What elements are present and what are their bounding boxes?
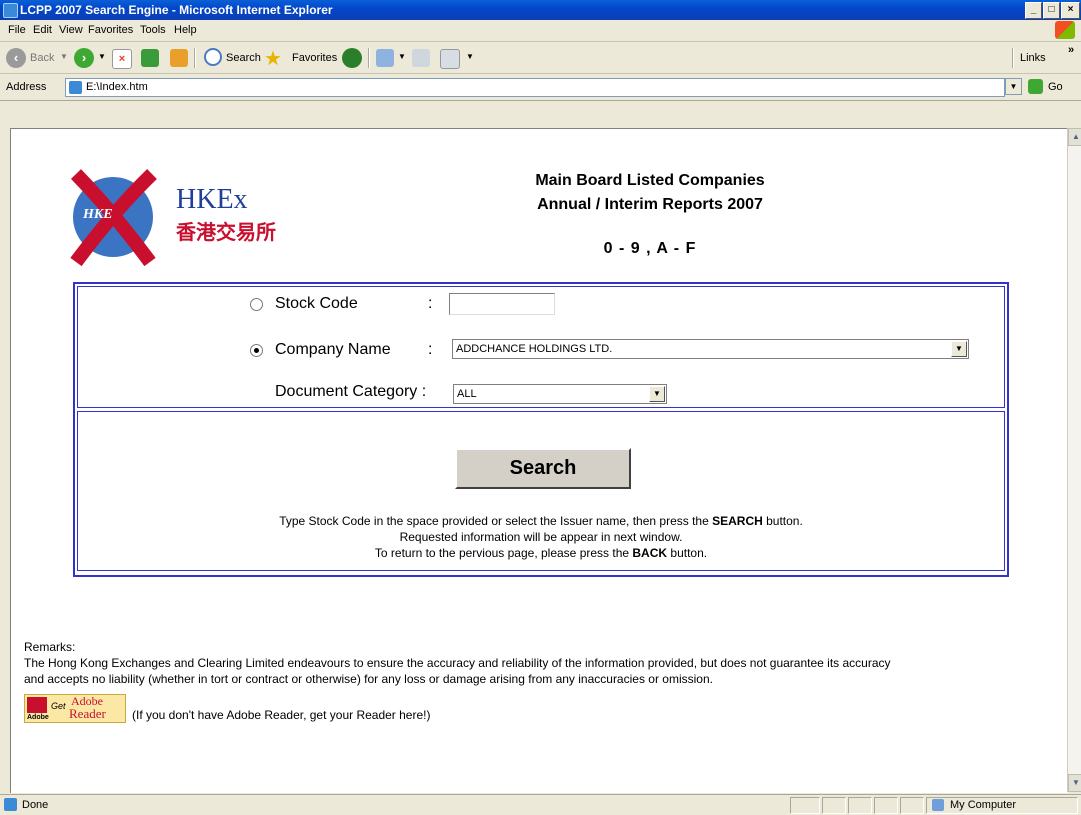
print-icon[interactable] (412, 49, 430, 67)
edit-page-icon[interactable] (440, 49, 460, 69)
address-input[interactable]: E:\Index.htm (65, 78, 1005, 97)
refresh-icon[interactable] (141, 49, 159, 67)
menu-help[interactable]: Help (174, 24, 197, 36)
computer-icon (932, 799, 944, 811)
page-title-line1: Main Board Listed Companies (535, 172, 765, 189)
search-toolbar-button[interactable]: Search (226, 52, 261, 64)
adobe-note: (If you don't have Adobe Reader, get you… (132, 708, 431, 722)
vertical-scrollbar[interactable]: ▲ ▼ (1067, 128, 1081, 792)
instruction-line2: Requested information will be appear in … (399, 530, 683, 544)
back-dropdown-icon[interactable]: ▼ (60, 52, 68, 61)
instruction-text: To return to the pervious page, please p… (374, 546, 633, 560)
stock-code-radio[interactable] (250, 298, 263, 311)
scroll-down-icon[interactable]: ▼ (1068, 774, 1081, 792)
instruction-bold: SEARCH (712, 514, 763, 528)
scroll-up-icon[interactable]: ▲ (1068, 128, 1081, 146)
instruction-text: Type Stock Code in the space provided or… (279, 514, 713, 528)
back-arrow-icon[interactable]: ‹ (6, 48, 26, 68)
title-bar: LCPP 2007 Search Engine - Microsoft Inte… (0, 0, 1081, 20)
mail-icon[interactable] (376, 49, 394, 67)
remarks-line2: and accepts no liability (whether in tor… (24, 672, 713, 686)
menu-file[interactable]: File (8, 24, 26, 36)
company-name-value: ADDCHANCE HOLDINGS LTD. (456, 343, 613, 355)
stop-icon[interactable]: × (112, 49, 132, 69)
status-bar: Done My Computer (0, 794, 1081, 815)
document-category-label: Document Category : (275, 383, 427, 400)
window-title: LCPP 2007 Search Engine - Microsoft Inte… (20, 3, 333, 17)
address-dropdown-icon[interactable]: ▼ (1005, 78, 1022, 95)
go-button[interactable]: Go (1048, 81, 1063, 93)
close-button[interactable]: × (1061, 2, 1080, 19)
adobe-logo-icon (27, 697, 47, 713)
adobe-reader-link[interactable]: Adobe Get Adobe Reader (24, 694, 126, 723)
remarks-title: Remarks: (24, 640, 76, 654)
page-title-range: 0 - 9 , A - F (603, 240, 697, 257)
stock-code-colon: : (428, 295, 433, 312)
forward-arrow-icon[interactable]: › (74, 48, 94, 68)
go-arrow-icon[interactable] (1028, 79, 1043, 94)
radio-selected-dot (254, 348, 259, 353)
back-button[interactable]: Back (30, 52, 54, 64)
address-bar: Address E:\Index.htm ▼ Go (0, 74, 1081, 101)
document-category-value: ALL (457, 388, 477, 400)
chevron-down-icon[interactable]: ▼ (649, 386, 665, 402)
home-icon[interactable] (170, 49, 188, 67)
search-icon[interactable] (204, 48, 222, 66)
remarks-line1: The Hong Kong Exchanges and Clearing Lim… (24, 656, 891, 670)
chevron-down-icon[interactable]: ▼ (951, 341, 967, 357)
page-done-icon (4, 798, 17, 811)
menu-bar: File Edit View Favorites Tools Help (0, 20, 1081, 42)
favorites-button[interactable]: Favorites (292, 52, 337, 64)
mail-dropdown-icon[interactable]: ▼ (398, 52, 406, 61)
adobe-small-text: Adobe (27, 714, 49, 721)
address-value: E:\Index.htm (86, 81, 148, 93)
instruction-bold: BACK (632, 546, 668, 560)
menu-edit[interactable]: Edit (33, 24, 52, 36)
logo-text: HKEx (176, 184, 248, 215)
edit-dropdown-icon[interactable]: ▼ (466, 52, 474, 61)
favorites-star-icon[interactable]: ★ (264, 46, 282, 71)
stock-code-input[interactable] (449, 293, 555, 315)
minimize-button[interactable]: _ (1025, 2, 1042, 19)
page-title-line2: Annual / Interim Reports 2007 (537, 196, 763, 213)
logo-chinese: 香港交易所 (176, 220, 276, 244)
company-name-label: Company Name (275, 341, 391, 358)
document-category-select[interactable]: ALL ▼ (453, 384, 667, 404)
links-button[interactable]: Links (1020, 52, 1046, 64)
instruction-line1: Type Stock Code in the space provided or… (75, 514, 1007, 528)
forward-dropdown-icon[interactable]: ▼ (98, 52, 106, 61)
instruction-text: button. (667, 546, 708, 560)
company-name-radio[interactable] (250, 344, 263, 357)
menu-tools[interactable]: Tools (140, 24, 166, 36)
page-icon (69, 81, 82, 94)
address-label: Address (6, 81, 47, 93)
menu-view[interactable]: View (59, 24, 83, 36)
ie-icon (3, 3, 18, 18)
company-name-colon: : (428, 341, 433, 358)
adobe-reader-text: Reader (69, 706, 106, 721)
instruction-line3: To return to the pervious page, please p… (75, 546, 1007, 560)
adobe-get-text: Get (51, 701, 66, 711)
logo-badge: HKE (83, 207, 113, 222)
zone-text: My Computer (950, 799, 1017, 811)
maximize-button[interactable]: □ (1043, 2, 1060, 19)
stock-code-label: Stock Code (275, 295, 358, 312)
instruction-text: button. (762, 514, 803, 528)
company-name-select[interactable]: ADDCHANCE HOLDINGS LTD. ▼ (452, 339, 969, 359)
history-icon[interactable] (342, 48, 362, 68)
toolbar: ‹ Back ▼ › ▼ × Search ★ Favorites ▼ ▼ Li… (0, 42, 1081, 74)
menu-favorites[interactable]: Favorites (88, 24, 133, 36)
hkex-logo: HKE HKEx 香港交易所 (68, 152, 350, 270)
windows-logo-icon (1055, 21, 1075, 39)
status-text: Done (22, 799, 49, 811)
chevron-right-icon[interactable]: » (1068, 44, 1074, 56)
search-button[interactable]: Search (455, 448, 631, 489)
